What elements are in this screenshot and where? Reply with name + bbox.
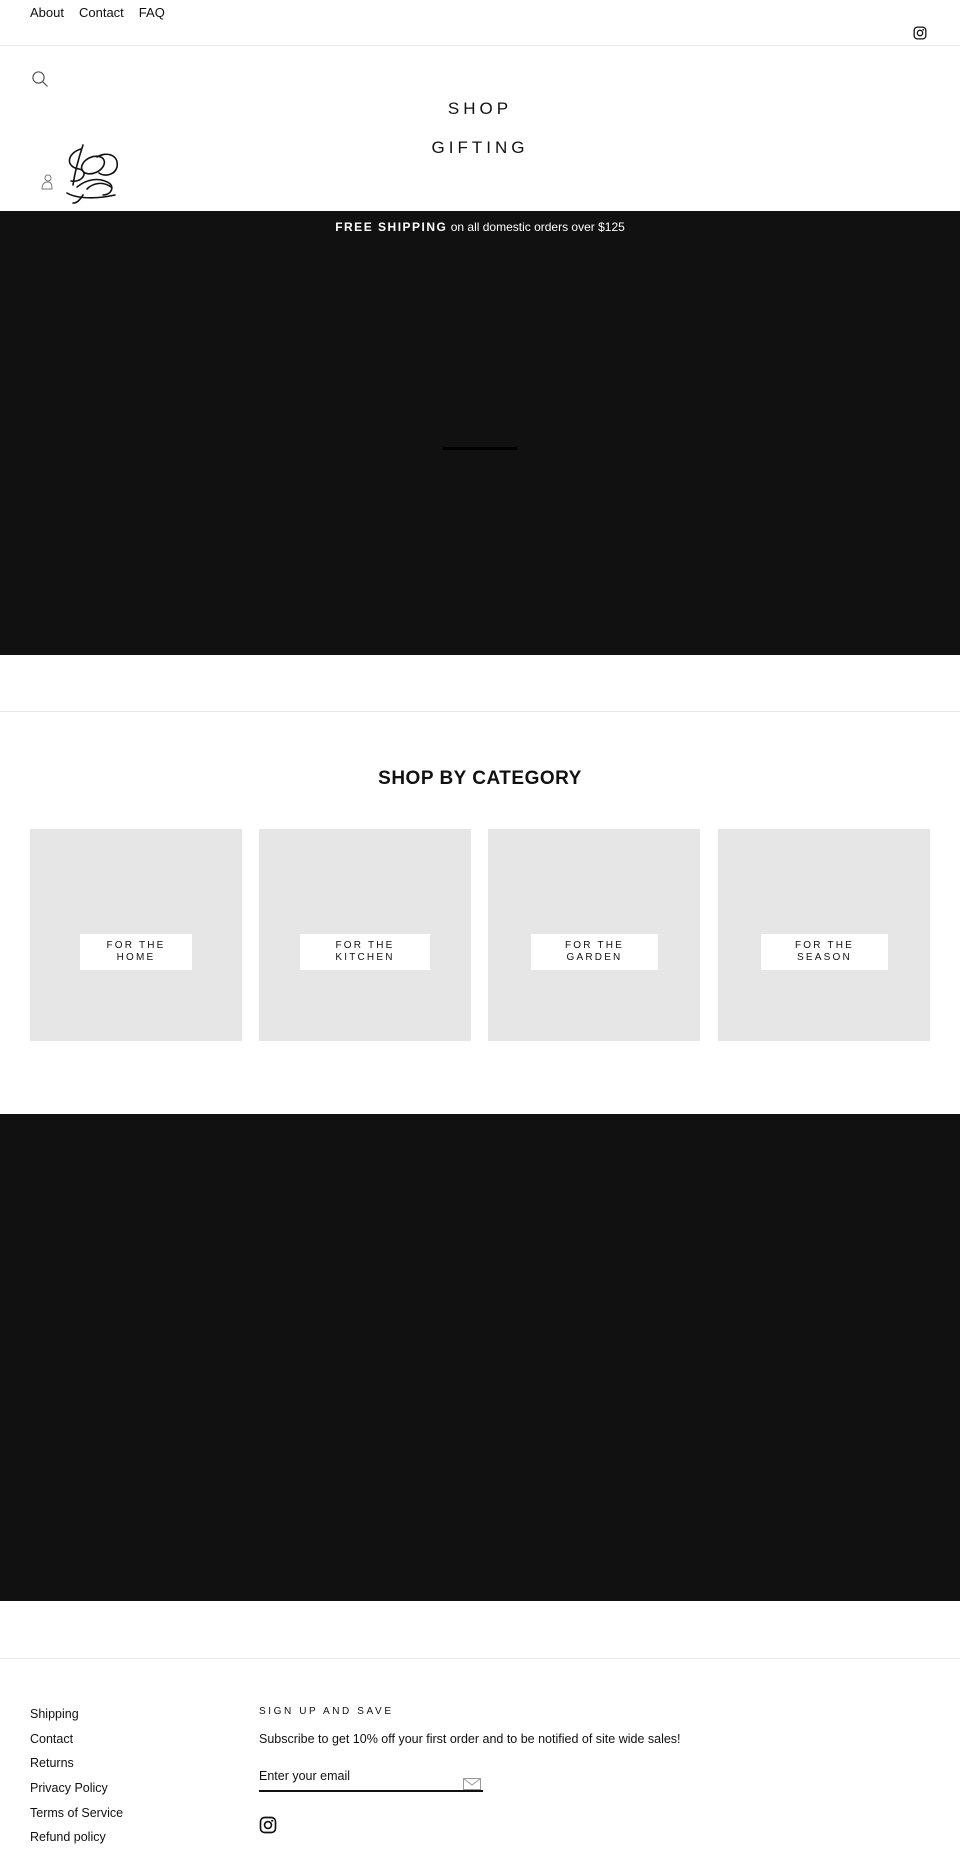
announcement-bar: FREE SHIPPING on all domestic orders ove…: [0, 220, 960, 234]
logo-monogram-icon: [66, 144, 118, 204]
category-label-line2: HOME: [116, 952, 156, 963]
hero-loading-bar: [443, 447, 517, 450]
announcement-bold: FREE SHIPPING: [335, 220, 448, 234]
footer-links: Shipping Contact Returns Privacy Policy …: [30, 1706, 123, 1854]
signup-heading: SIGN UP AND SAVE: [259, 1706, 394, 1717]
category-grid: FOR THE HOME FOR THE KITCHEN FOR THE GAR…: [30, 829, 930, 1041]
feature-banner: [0, 1114, 960, 1601]
footer-link-privacy-policy[interactable]: Privacy Policy: [30, 1780, 123, 1805]
category-label-line2: KITCHEN: [335, 952, 395, 963]
footer-link-refund-policy[interactable]: Refund policy: [30, 1829, 123, 1854]
email-field[interactable]: [259, 1764, 449, 1788]
top-nav-faq-link[interactable]: FAQ: [139, 5, 165, 20]
instagram-icon[interactable]: [259, 1816, 277, 1834]
user-icon[interactable]: [41, 174, 53, 190]
newsletter-form: [259, 1764, 483, 1792]
hero-banner: FREE SHIPPING on all domestic orders ove…: [0, 211, 960, 655]
category-label-season[interactable]: FOR THE SEASON: [761, 934, 888, 970]
category-label-home[interactable]: FOR THE HOME: [80, 934, 192, 970]
announcement-text: on all domestic orders over $125: [447, 220, 625, 234]
site-header: SHOP GIFTING: [0, 46, 960, 215]
category-label-line2: GARDEN: [566, 952, 623, 963]
category-label-line2: SEASON: [797, 952, 852, 963]
footer-link-terms-of-service[interactable]: Terms of Service: [30, 1805, 123, 1830]
top-nav: About Contact FAQ: [30, 5, 165, 20]
footer-link-returns[interactable]: Returns: [30, 1755, 123, 1780]
category-label-line1: FOR THE: [564, 940, 625, 951]
instagram-icon[interactable]: [913, 26, 927, 40]
footer-link-shipping[interactable]: Shipping: [30, 1706, 123, 1731]
footer-link-contact[interactable]: Contact: [30, 1731, 123, 1756]
category-label-line1: FOR THE: [335, 940, 395, 951]
footer-divider: [0, 1658, 960, 1659]
section-divider: [0, 711, 960, 712]
category-label-line1: FOR THE: [106, 940, 166, 951]
signup-description: Subscribe to get 10% off your first orde…: [259, 1732, 681, 1746]
top-nav-about-link[interactable]: About: [30, 5, 64, 20]
category-label-line1: FOR THE: [794, 940, 855, 951]
top-bar: About Contact FAQ: [0, 0, 960, 46]
search-icon[interactable]: [31, 70, 49, 88]
category-tile-kitchen[interactable]: FOR THE KITCHEN: [259, 829, 471, 1041]
categories-title: SHOP BY CATEGORY: [378, 768, 582, 789]
category-tile-garden[interactable]: FOR THE GARDEN: [488, 829, 700, 1041]
nav-gifting[interactable]: GIFTING: [0, 138, 960, 158]
mail-icon[interactable]: [463, 1778, 481, 1790]
category-tile-season[interactable]: FOR THE SEASON: [718, 829, 930, 1041]
logo[interactable]: [53, 137, 135, 215]
category-tile-home[interactable]: FOR THE HOME: [30, 829, 242, 1041]
category-label-kitchen[interactable]: FOR THE KITCHEN: [300, 934, 430, 970]
top-nav-contact-link[interactable]: Contact: [79, 5, 124, 20]
nav-shop[interactable]: SHOP: [0, 99, 960, 119]
category-label-garden[interactable]: FOR THE GARDEN: [531, 934, 658, 970]
